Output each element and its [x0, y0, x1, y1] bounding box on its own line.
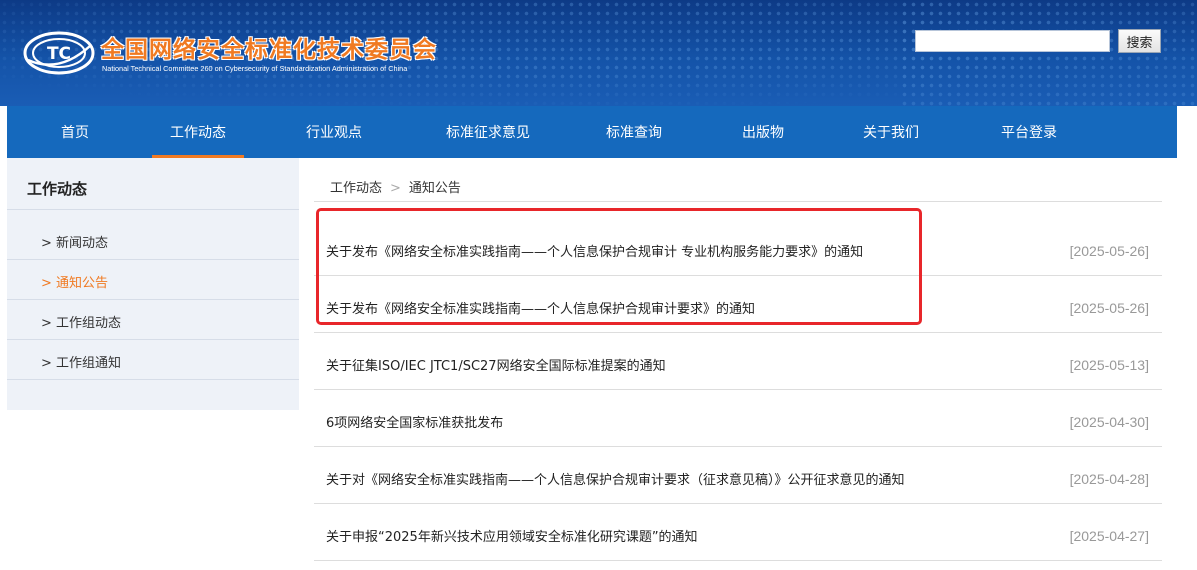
sidebar-divider	[7, 339, 299, 340]
news-list-item[interactable]: 关于发布《网络安全标准实践指南——个人信息保护合规审计 专业机构服务能力要求》的…	[314, 219, 1162, 276]
news-title[interactable]: 关于发布《网络安全标准实践指南——个人信息保护合规审计 专业机构服务能力要求》的…	[326, 241, 863, 260]
news-date: [2025-05-13]	[1069, 357, 1149, 373]
sidebar-divider	[7, 379, 299, 380]
sidebar-item-notices[interactable]: > 通知公告	[41, 272, 108, 291]
news-list-item[interactable]: 6项网络安全国家标准获批发布 [2025-04-30]	[314, 390, 1162, 447]
sidebar-divider	[7, 299, 299, 300]
sidebar-title: 工作动态	[27, 180, 88, 198]
nav-item-work-news[interactable]: 工作动态	[152, 106, 244, 158]
breadcrumb-separator: >	[390, 181, 401, 196]
logo-text: TC	[47, 44, 71, 64]
nav-item-publications[interactable]: 出版物	[727, 106, 799, 158]
news-date: [2025-04-30]	[1069, 414, 1149, 430]
news-list-item[interactable]: 关于征集ISO/IEC JTC1/SC27网络安全国际标准提案的通知 [2025…	[314, 333, 1162, 390]
main-nav: 首页 工作动态 行业观点 标准征求意见 标准查询 出版物 关于我们 平台登录	[7, 106, 1177, 158]
sidebar-divider	[7, 209, 299, 210]
news-date: [2025-04-28]	[1069, 471, 1149, 487]
sidebar-item-workgroup-news[interactable]: > 工作组动态	[41, 312, 121, 331]
nav-item-platform-login[interactable]: 平台登录	[985, 106, 1073, 158]
nav-item-standard-comments[interactable]: 标准征求意见	[427, 106, 549, 158]
nav-item-about-us[interactable]: 关于我们	[847, 106, 935, 158]
sidebar-item-workgroup-notices[interactable]: > 工作组通知	[41, 352, 121, 371]
site-header: TC 全国网络安全标准化技术委员会 National Technical Com…	[0, 0, 1197, 106]
news-title[interactable]: 6项网络安全国家标准获批发布	[326, 412, 503, 431]
tc-logo-icon[interactable]: TC	[22, 30, 96, 76]
news-title[interactable]: 关于申报“2025年新兴技术应用领域安全标准化研究课题”的通知	[326, 526, 698, 545]
news-title[interactable]: 关于发布《网络安全标准实践指南——个人信息保护合规审计要求》的通知	[326, 298, 755, 317]
site-subtitle: National Technical Committee 260 on Cybe…	[102, 64, 408, 73]
news-list-item[interactable]: 关于对《网络安全标准实践指南——个人信息保护合规审计要求（征求意见稿）》公开征求…	[314, 447, 1162, 504]
sidebar-divider	[7, 259, 299, 260]
site-title[interactable]: 全国网络安全标准化技术委员会	[101, 30, 437, 64]
nav-item-standard-query[interactable]: 标准查询	[590, 106, 678, 158]
news-list-item[interactable]: 关于申报“2025年新兴技术应用领域安全标准化研究课题”的通知 [2025-04…	[314, 504, 1162, 561]
sidebar-item-news[interactable]: > 新闻动态	[41, 232, 108, 251]
breadcrumb-divider	[314, 201, 1162, 202]
news-title[interactable]: 关于对《网络安全标准实践指南——个人信息保护合规审计要求（征求意见稿）》公开征求…	[326, 469, 905, 488]
breadcrumb-current: 通知公告	[408, 181, 461, 196]
breadcrumb-parent[interactable]: 工作动态	[330, 181, 382, 196]
nav-item-industry-views[interactable]: 行业观点	[290, 106, 378, 158]
search-input[interactable]	[915, 30, 1110, 52]
news-date: [2025-04-27]	[1069, 528, 1149, 544]
news-title[interactable]: 关于征集ISO/IEC JTC1/SC27网络安全国际标准提案的通知	[326, 355, 666, 374]
news-date: [2025-05-26]	[1069, 243, 1149, 259]
news-date: [2025-05-26]	[1069, 300, 1149, 316]
breadcrumb: 工作动态 > 通知公告	[330, 177, 461, 196]
header-dot-pattern	[900, 0, 1197, 106]
nav-item-home[interactable]: 首页	[47, 106, 103, 158]
news-list-item[interactable]: 关于发布《网络安全标准实践指南——个人信息保护合规审计要求》的通知 [2025-…	[314, 276, 1162, 333]
search-button[interactable]: 搜索	[1118, 29, 1161, 53]
sidebar: 工作动态 > 新闻动态 > 通知公告 > 工作组动态 > 工作组通知	[7, 158, 299, 410]
